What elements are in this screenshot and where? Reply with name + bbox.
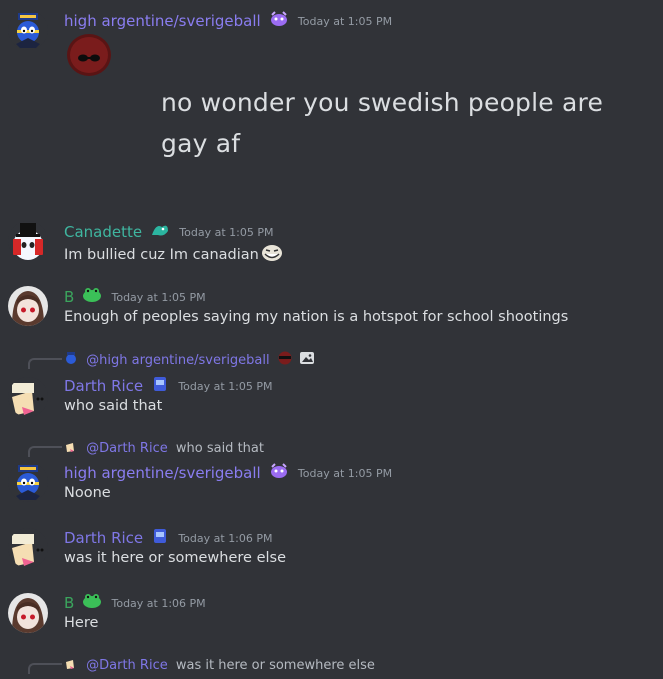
message-text: who said that bbox=[64, 398, 163, 414]
rice-ball-avatar-icon[interactable] bbox=[8, 528, 48, 568]
timestamp: Today at 1:06 PM bbox=[178, 531, 273, 545]
message-header: high argentine/sverigeball Today at 1:05… bbox=[64, 462, 392, 482]
reply-preview[interactable]: @Darth Rice who said that bbox=[64, 439, 264, 457]
username[interactable]: B bbox=[64, 288, 74, 306]
swedish-countryball-avatar-icon[interactable] bbox=[8, 10, 48, 50]
meme-caption-line-2: gay af bbox=[161, 129, 241, 158]
canadaball-tophat-avatar-icon[interactable] bbox=[8, 221, 48, 261]
timestamp: Today at 1:05 PM bbox=[179, 225, 274, 239]
message-header: high argentine/sverigeball Today at 1:05… bbox=[64, 10, 392, 30]
username[interactable]: Canadette bbox=[64, 223, 142, 241]
username[interactable]: Darth Rice bbox=[64, 529, 143, 547]
reply-text: who said that bbox=[175, 440, 264, 456]
username[interactable]: high argentine/sverigeball bbox=[64, 12, 261, 30]
reply-spine bbox=[28, 663, 62, 674]
username[interactable]: B bbox=[64, 594, 74, 612]
green-frog-badge-icon bbox=[82, 286, 102, 308]
message-header: B Today at 1:06 PM bbox=[64, 592, 206, 612]
message-text: was it here or somewhere else bbox=[64, 550, 286, 566]
timestamp: Today at 1:05 PM bbox=[111, 290, 206, 304]
reply-mention[interactable]: @high argentine/sverigeball bbox=[86, 353, 270, 368]
reply-preview[interactable]: @Darth Rice was it here or somewhere els… bbox=[64, 656, 375, 674]
timestamp: Today at 1:05 PM bbox=[178, 379, 273, 393]
reply-spine bbox=[28, 358, 62, 369]
swedish-countryball-avatar-icon[interactable] bbox=[8, 462, 48, 502]
message-header: B Today at 1:05 PM bbox=[64, 286, 206, 306]
message-header: Darth Rice Today at 1:05 PM bbox=[64, 375, 273, 395]
reply-mention[interactable]: @Darth Rice bbox=[86, 658, 168, 673]
blue-box-badge-icon bbox=[151, 375, 169, 397]
message-header: Canadette Today at 1:05 PM bbox=[64, 221, 273, 241]
trollface-emoji-icon bbox=[261, 244, 283, 266]
swedish-countryball-mini-icon bbox=[64, 351, 78, 369]
message-content: Im bullied cuz Im canadian bbox=[64, 244, 283, 266]
timestamp: Today at 1:05 PM bbox=[297, 14, 393, 28]
username[interactable]: Darth Rice bbox=[64, 377, 143, 395]
message-text: Noone bbox=[64, 485, 111, 501]
message-text: Here bbox=[64, 615, 99, 631]
green-frog-badge-icon bbox=[82, 592, 102, 614]
message-header: Darth Rice Today at 1:06 PM bbox=[64, 527, 273, 547]
rice-ball-avatar-icon[interactable] bbox=[8, 377, 48, 417]
dark-face-icon bbox=[66, 33, 112, 81]
sunglasses-emoji-icon bbox=[277, 351, 293, 369]
anime-girl-avatar-icon[interactable] bbox=[8, 593, 48, 633]
anime-girl-avatar-icon[interactable] bbox=[8, 286, 48, 326]
reply-spine bbox=[28, 446, 62, 457]
image-attachment-icon bbox=[299, 351, 315, 369]
meme-caption-line-1: no wonder you swedish people are bbox=[161, 88, 604, 117]
timestamp: Today at 1:05 PM bbox=[297, 466, 393, 480]
message-text: Enough of peoples saying my nation is a … bbox=[64, 309, 569, 325]
blue-box-badge-icon bbox=[151, 527, 169, 549]
meme-image[interactable]: no wonder you swedish people are gay af bbox=[64, 33, 624, 183]
username[interactable]: high argentine/sverigeball bbox=[64, 464, 261, 482]
message-text: Im bullied cuz Im canadian bbox=[64, 247, 259, 263]
purple-creature-badge-icon bbox=[269, 462, 289, 484]
reply-preview[interactable]: @high argentine/sverigeball bbox=[64, 351, 315, 369]
purple-creature-badge-icon bbox=[269, 10, 289, 32]
timestamp: Today at 1:06 PM bbox=[111, 596, 206, 610]
reply-mention[interactable]: @Darth Rice bbox=[86, 441, 168, 456]
reply-text: was it here or somewhere else bbox=[175, 657, 375, 673]
teal-dragon-badge-icon bbox=[150, 221, 170, 243]
rice-ball-mini-icon bbox=[64, 656, 78, 674]
chat-log: high argentine/sverigeball Today at 1:05… bbox=[0, 0, 663, 679]
rice-ball-mini-icon bbox=[64, 439, 78, 457]
